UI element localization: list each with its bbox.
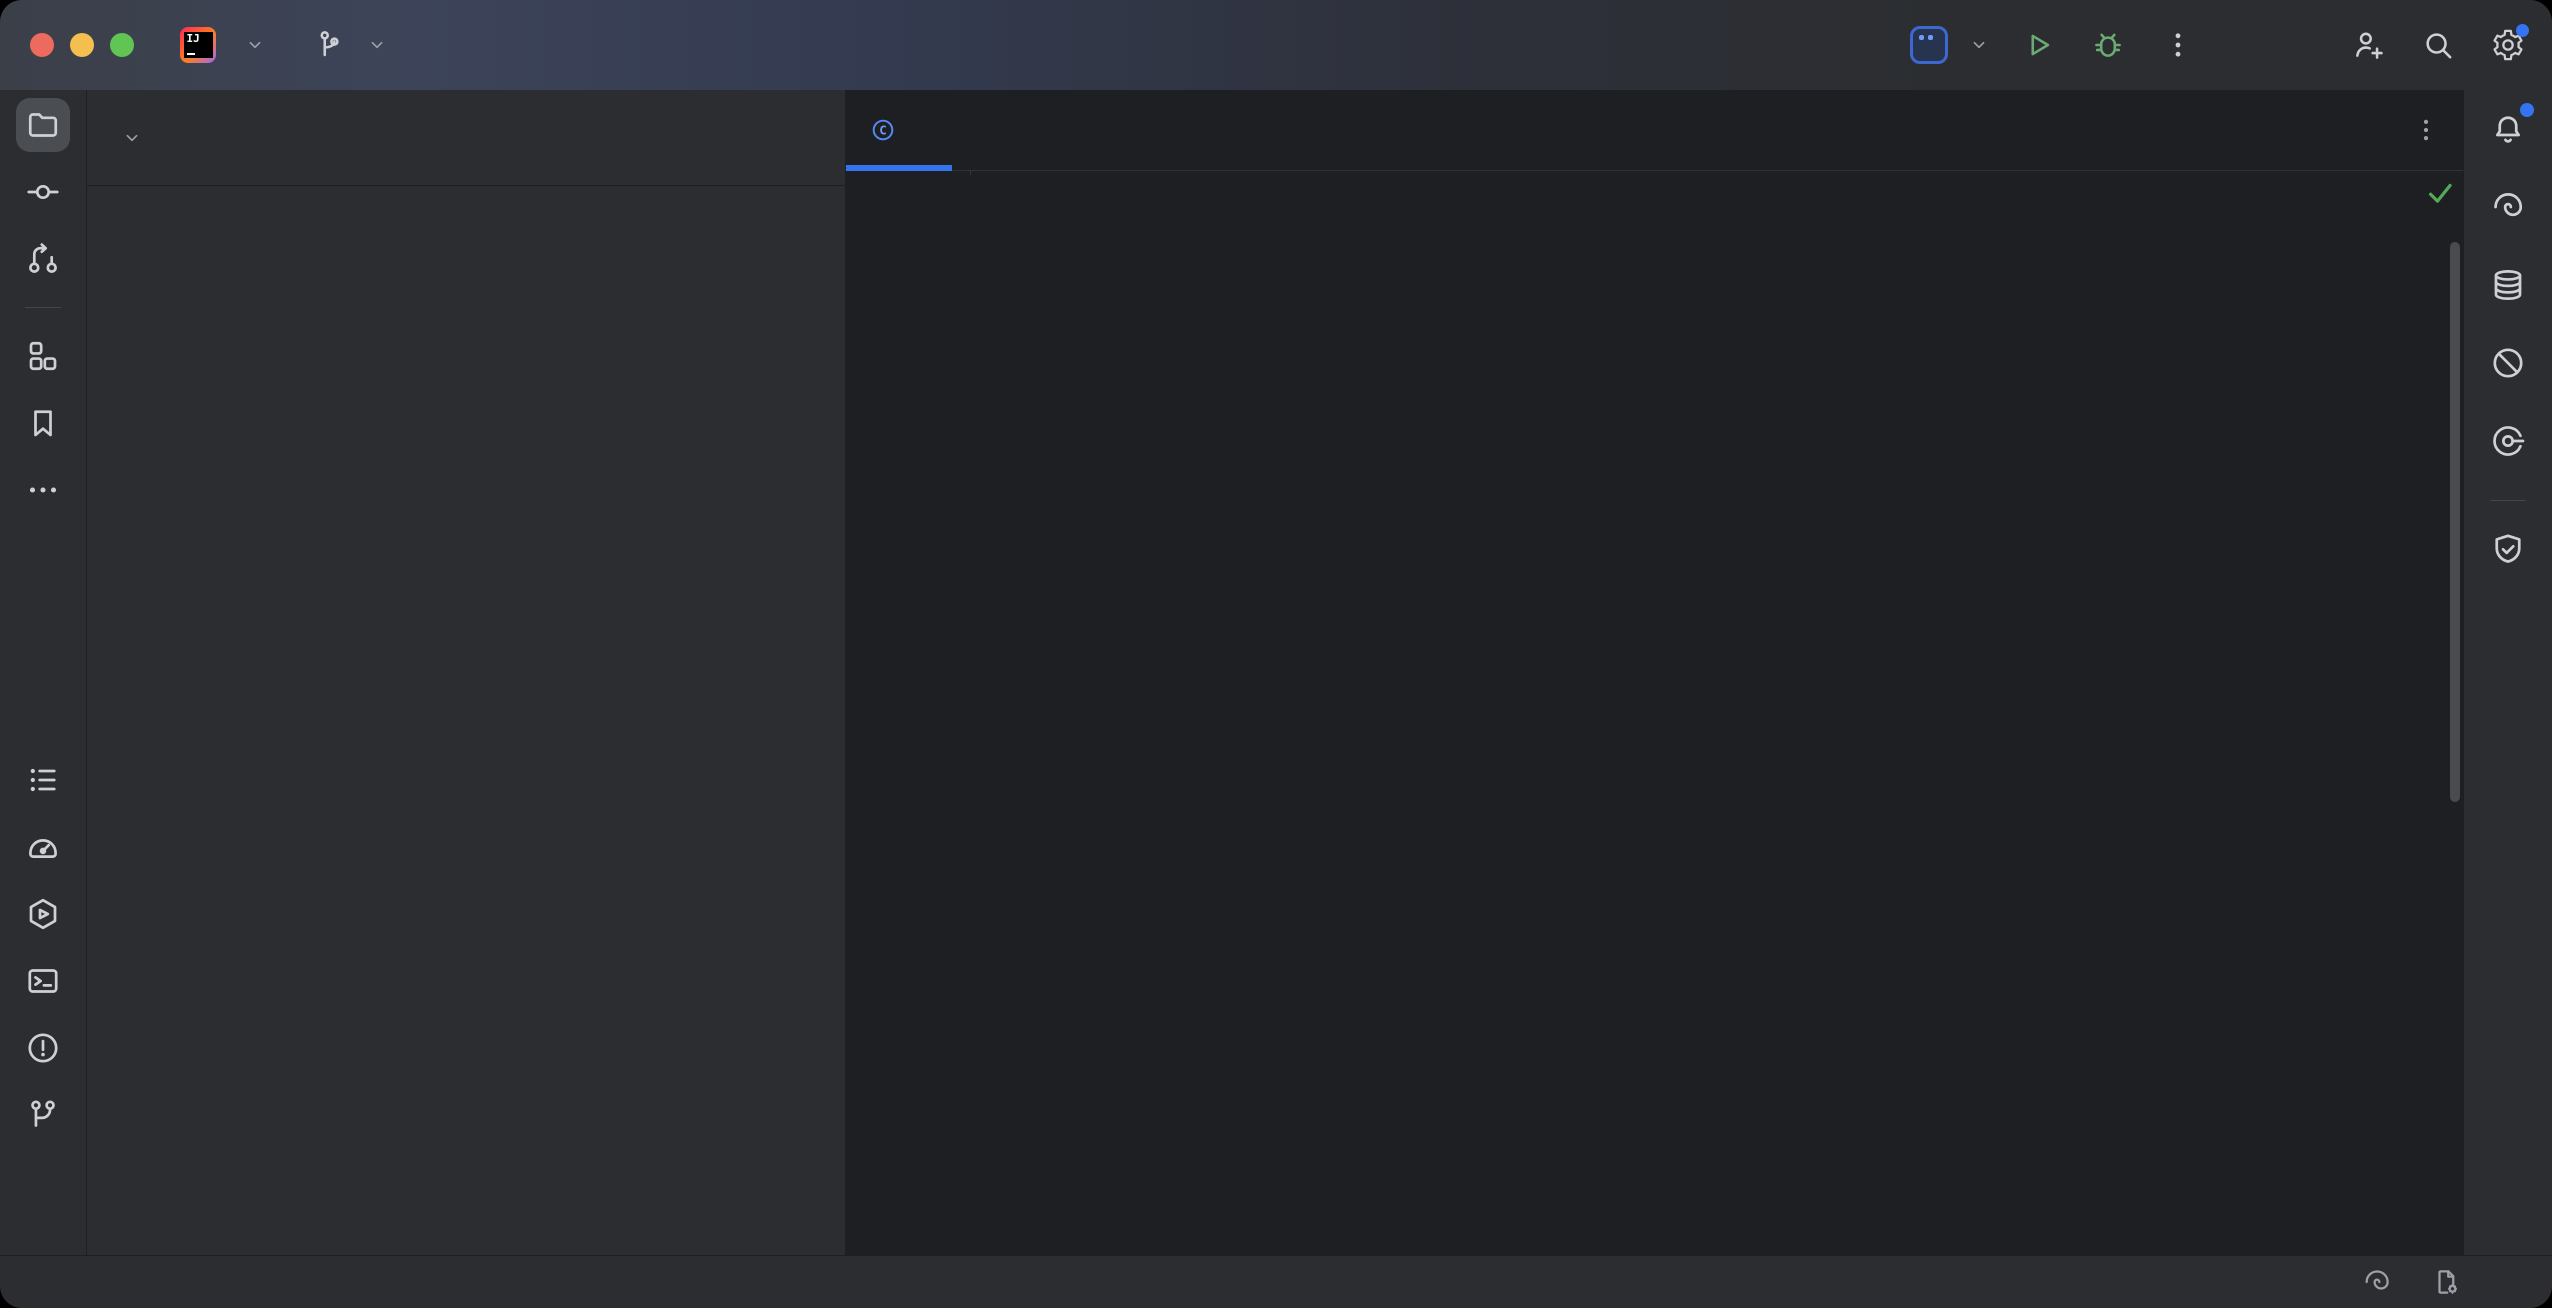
tool-commit-button[interactable]: [16, 165, 70, 219]
tool-pull-requests-button[interactable]: [16, 232, 70, 286]
stripe-divider: [2490, 500, 2526, 501]
editor-area: C: [846, 90, 2463, 1255]
inspections-ok-icon[interactable]: [2425, 178, 2455, 208]
tool-terminal-button[interactable]: [16, 954, 70, 1008]
run-button[interactable]: [2016, 23, 2060, 67]
notifications-icon: [2490, 111, 2526, 147]
ai-assistant-icon: [2490, 189, 2526, 225]
tool-todo-button[interactable]: [16, 753, 70, 807]
more-actions-button[interactable]: [2156, 23, 2200, 67]
settings-notification-dot: [2516, 24, 2529, 37]
bookmarks-icon: [25, 405, 61, 441]
ai-assistant-icon[interactable]: [2362, 1267, 2392, 1297]
chevron-down-icon: [366, 34, 388, 56]
intellij-logo-glyph: IJ: [184, 32, 213, 58]
settings-button[interactable]: [2486, 23, 2530, 67]
intellij-logo: IJ: [180, 27, 216, 63]
git-branch-icon: [312, 28, 346, 62]
tool-problems-button[interactable]: [16, 1021, 70, 1075]
notification-dot: [2520, 103, 2534, 117]
services-icon: [25, 896, 61, 932]
project-tree: [87, 186, 845, 191]
project-tool-window: [87, 90, 846, 1255]
tool-notifications-button[interactable]: [2481, 102, 2535, 156]
more-tools-icon: [25, 472, 61, 508]
class-icon: C: [870, 117, 896, 143]
tool-database-button[interactable]: [2481, 258, 2535, 312]
zoom-window-button[interactable]: [110, 33, 134, 57]
coverage-target-icon: [2490, 423, 2526, 459]
terminal-icon: [25, 963, 61, 999]
tool-dependency-shield-button[interactable]: [2481, 522, 2535, 576]
tool-no-entry-button[interactable]: [2481, 336, 2535, 390]
dependency-shield-icon: [2490, 531, 2526, 567]
file-settings-icon[interactable]: [2432, 1267, 2462, 1297]
status-bar: [0, 1255, 2552, 1308]
left-tool-stripe: [0, 90, 87, 1255]
tool-bookmarks-button[interactable]: [16, 396, 70, 450]
play-icon: [2021, 28, 2055, 62]
profiler-icon: [25, 829, 61, 865]
code-viewport: [846, 171, 2463, 175]
ide-window: IJ: [0, 0, 2552, 1308]
tool-services-button[interactable]: [16, 887, 70, 941]
titlebar-actions: [1910, 23, 2530, 67]
chevron-down-icon: [244, 34, 266, 56]
titlebar: IJ: [0, 0, 2552, 90]
no-entry-icon: [2490, 345, 2526, 381]
project-icon: [25, 107, 61, 143]
right-tool-stripe: [2463, 90, 2552, 1255]
branch-widget[interactable]: [312, 28, 388, 62]
run-configuration-widget[interactable]: [1910, 26, 1990, 64]
search-everywhere-button[interactable]: [2416, 23, 2460, 67]
tool-ai-assistant-button[interactable]: [2481, 180, 2535, 234]
database-icon: [2490, 267, 2526, 303]
pull-requests-icon: [25, 241, 61, 277]
stripe-divider: [25, 307, 61, 308]
project-panel-header[interactable]: [87, 90, 845, 186]
kebab-menu-icon: [2161, 28, 2195, 62]
tool-coverage-target-button[interactable]: [2481, 414, 2535, 468]
main-area: C: [0, 90, 2552, 1255]
close-window-button[interactable]: [30, 33, 54, 57]
code-with-me-button[interactable]: [2346, 23, 2390, 67]
tool-profiler-button[interactable]: [16, 820, 70, 874]
window-controls: [30, 33, 134, 57]
chevron-down-icon: [121, 127, 143, 149]
tab-newprojectaction-java[interactable]: C: [846, 90, 952, 170]
problems-icon: [25, 1030, 61, 1066]
editor-scrollbar-thumb[interactable]: [2450, 242, 2460, 802]
minimize-window-button[interactable]: [70, 33, 94, 57]
svg-text:C: C: [879, 122, 887, 137]
commit-icon: [25, 174, 61, 210]
chevron-down-icon: [1968, 34, 1990, 56]
structure-icon: [25, 338, 61, 374]
todo-icon: [25, 762, 61, 798]
tool-more-tools-button[interactable]: [16, 463, 70, 517]
project-widget[interactable]: [234, 34, 266, 56]
add-user-icon: [2351, 28, 2385, 62]
tool-version-control-button[interactable]: [16, 1088, 70, 1142]
editor-options-icon[interactable]: [2411, 115, 2441, 145]
editor-tab-bar: C: [846, 90, 2463, 171]
status-bar-right: [2362, 1267, 2462, 1297]
tool-structure-button[interactable]: [16, 329, 70, 383]
debug-button[interactable]: [2086, 23, 2130, 67]
search-icon: [2421, 28, 2455, 62]
tool-project-button[interactable]: [16, 98, 70, 152]
version-control-icon: [25, 1097, 61, 1133]
run-config-icon: [1910, 26, 1948, 64]
bug-icon: [2091, 28, 2125, 62]
